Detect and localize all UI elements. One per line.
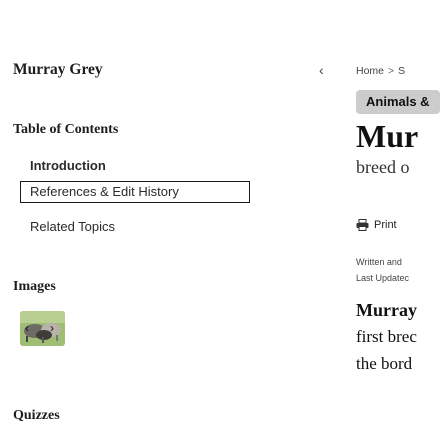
toc-item-references[interactable]: References & Edit History: [20, 181, 250, 203]
image-prev-icon[interactable]: ‹: [20, 321, 34, 335]
breadcrumb-home[interactable]: Home: [356, 65, 384, 77]
breadcrumb-separator-icon: >: [388, 65, 395, 77]
page-subtitle: breed o: [356, 157, 410, 177]
quizzes-heading: Quizzes: [13, 408, 60, 423]
sidebar-article-title: Murray Grey: [13, 61, 103, 78]
breadcrumb-item[interactable]: S: [398, 65, 405, 77]
images-heading: Images: [13, 279, 56, 294]
article-body-line: Murray: [356, 300, 417, 320]
toc-heading: Table of Contents: [13, 122, 119, 137]
toc-item-related-topics[interactable]: Related Topics: [30, 219, 115, 234]
print-button[interactable]: Print: [356, 219, 397, 231]
image-next-icon[interactable]: ›: [45, 321, 59, 335]
breadcrumb: Home > S: [356, 65, 405, 77]
last-updated: Last Updatec: [356, 273, 410, 283]
print-label: Print: [374, 219, 397, 231]
sidebar: Murray Grey Table of Contents Introducti…: [0, 0, 288, 448]
toc-item-introduction[interactable]: Introduction: [30, 158, 106, 173]
page-title: Mur: [356, 118, 419, 154]
printer-icon: [356, 219, 369, 231]
article-body-line: the bord: [356, 354, 413, 373]
written-by: Written and: [356, 257, 402, 267]
category-badge[interactable]: Animals &: [356, 90, 440, 114]
image-thumbnail[interactable]: ‹ ›: [20, 311, 65, 346]
article-body-line: first brec: [356, 327, 417, 346]
chevron-left-icon[interactable]: ‹: [319, 62, 324, 78]
